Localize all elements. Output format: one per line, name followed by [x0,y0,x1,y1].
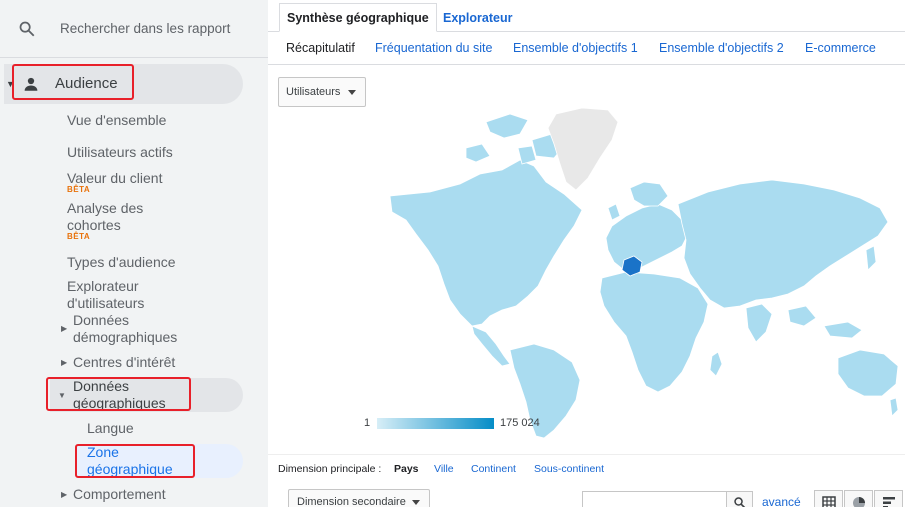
map-north-america [389,159,583,327]
caret-down-icon: ▼ [6,79,15,89]
view-toggle-group [814,490,903,507]
table-search-button[interactable] [726,491,753,507]
dimension-ville[interactable]: Ville [434,463,454,475]
sidebar-item-demographiques-line1[interactable]: Données [73,312,129,329]
map-australia [837,349,899,397]
view-pie-button[interactable] [844,490,873,507]
subtab-recapitulatif[interactable]: Récapitulatif [286,41,355,55]
subtab-frequentation[interactable]: Fréquentation du site [375,41,492,55]
dropdown-arrow-icon [412,500,420,505]
tab-bar: Synthèse géographique Explorateur [268,0,905,32]
caret-down-icon: ▼ [58,391,66,400]
metric-dropdown[interactable]: Utilisateurs [278,77,366,107]
map-greenland [547,107,619,191]
search-icon [734,497,746,507]
sidebar-item-types-audience[interactable]: Types d'audience [67,254,176,271]
dropdown-arrow-icon [348,90,356,95]
search-input[interactable]: Rechercher dans les rapport [60,21,230,36]
metric-dropdown-value: Utilisateurs [286,86,341,98]
caret-right-icon: ▶ [61,490,68,499]
search-bar[interactable]: Rechercher dans les rapport [0,0,268,58]
secondary-dimension-label: Dimension secondaire [297,496,406,507]
sidebar-item-explorateur-line1[interactable]: Explorateur [67,278,139,295]
dimension-label: Dimension principale : [278,463,382,475]
legend-min: 1 [364,417,371,429]
beta-badge: BÊTA [67,185,91,194]
sidebar-section-label: Audience [55,75,118,92]
sidebar-item-geographiques-line1[interactable]: Données [73,378,129,395]
pie-chart-icon [853,497,865,507]
subtab-bar: Récapitulatif Fréquentation du site Ense… [268,32,905,65]
subtab-objectifs-1[interactable]: Ensemble d'objectifs 1 [513,41,638,55]
sidebar-section-audience[interactable]: ▼ Audience [4,64,243,104]
world-map[interactable] [368,100,905,440]
dimension-sous-continent[interactable]: Sous-continent [534,463,604,475]
legend-gradient [377,418,494,429]
sidebar-item-zone-line2[interactable]: géographique [87,461,173,478]
analytics-window: Rechercher dans les rapport ▼ Audience V… [0,0,905,507]
subtab-objectifs-2[interactable]: Ensemble d'objectifs 2 [659,41,784,55]
bar-chart-icon [883,497,895,507]
sidebar-item-comportement[interactable]: Comportement [73,486,166,503]
sidebar-item-langue[interactable]: Langue [87,420,134,437]
caret-right-icon: ▶ [61,324,68,333]
view-bar-button[interactable] [874,490,903,507]
tab-explorateur[interactable]: Explorateur [435,3,520,32]
dimension-continent[interactable]: Continent [471,463,516,475]
sidebar-item-geographiques-line2[interactable]: géographiques [73,395,166,412]
subtab-ecommerce[interactable]: E-commerce [805,41,876,55]
report-panel: Synthèse géographique Explorateur Récapi… [268,0,905,507]
advanced-link[interactable]: avancé [762,495,801,507]
search-icon [19,21,35,37]
sidebar-item-zone-line1[interactable]: Zone [87,444,119,461]
sidebar-item-utilisateurs-actifs[interactable]: Utilisateurs actifs [67,144,173,161]
sidebar-item-vue-ensemble[interactable]: Vue d'ensemble [67,112,166,129]
person-icon [24,77,38,91]
secondary-dimension-dropdown[interactable]: Dimension secondaire [288,489,430,507]
sidebar-item-explorateur-line2[interactable]: d'utilisateurs [67,295,144,312]
sidebar-item-centres-interet[interactable]: Centres d'intérêt [73,354,175,371]
dimension-pays[interactable]: Pays [394,463,419,475]
legend-max: 175 024 [500,417,540,429]
table-search-input[interactable] [582,491,727,507]
sidebar-item-demographiques-line2[interactable]: démographiques [73,329,177,346]
beta-badge: BÊTA [67,232,91,241]
map-asia [677,179,889,309]
sidebar-item-cohortes-line1[interactable]: Analyse des [67,200,143,217]
tab-synthese-geographique[interactable]: Synthèse géographique [279,3,437,32]
sidebar: Rechercher dans les rapport ▼ Audience V… [0,0,268,507]
map-africa [599,271,709,393]
caret-right-icon: ▶ [61,358,68,367]
grid-icon [822,496,836,507]
dimension-bar: Dimension principale : Pays Ville Contin… [268,454,905,484]
view-table-button[interactable] [814,490,843,507]
